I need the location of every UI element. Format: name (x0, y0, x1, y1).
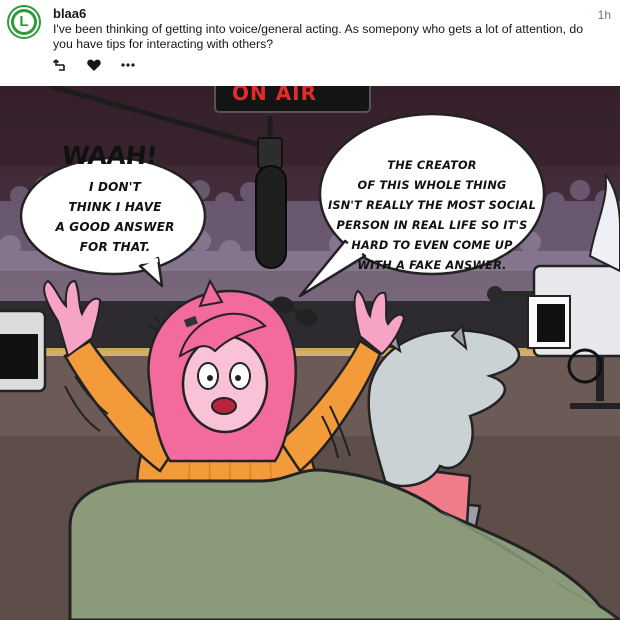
reply-icon[interactable] (52, 57, 68, 73)
comic-image: ON AIR WAAH! I DON'T THINK I HAVE A GOOD… (0, 86, 620, 620)
left-camera (0, 309, 47, 393)
right-bubble-text: THE CREATOR OF THIS WHOLE THING ISN'T RE… (326, 156, 538, 276)
right-bubble-line: THE CREATOR (387, 159, 477, 172)
heart-icon[interactable] (86, 57, 102, 73)
left-bubble-text: I DON'T THINK I HAVE A GOOD ANSWER FOR T… (40, 177, 190, 257)
left-bubble-line: A GOOD ANSWER (55, 220, 175, 234)
on-air-text: ON AIR (232, 86, 318, 105)
avatar[interactable]: L (7, 5, 41, 39)
waah-exclamation: WAAH! (60, 141, 159, 170)
avatar-letter: L (14, 12, 34, 32)
post-card: L blaa6 1h I've been thinking of getting… (0, 0, 620, 87)
timestamp[interactable]: 1h (598, 8, 611, 22)
left-bubble-line: I DON'T (88, 180, 142, 194)
username[interactable]: blaa6 (53, 6, 86, 21)
right-bubble-line: HARD TO EVEN COME UP (351, 239, 513, 252)
more-icon[interactable] (120, 57, 136, 73)
right-bubble-line: ISN'T REALLY THE MOST SOCIAL (327, 199, 536, 212)
left-bubble-line: THINK I HAVE (68, 200, 162, 214)
right-bubble-line: OF THIS WHOLE THING (357, 179, 507, 192)
right-bubble-line: PERSON IN REAL LIFE SO IT'S (336, 219, 528, 232)
post-text: I've been thinking of getting into voice… (53, 22, 584, 51)
left-bubble-line: FOR THAT. (79, 240, 151, 254)
avatar-ring: L (11, 9, 37, 35)
right-bubble-line: WITH A FAKE ANSWER. (357, 259, 507, 272)
